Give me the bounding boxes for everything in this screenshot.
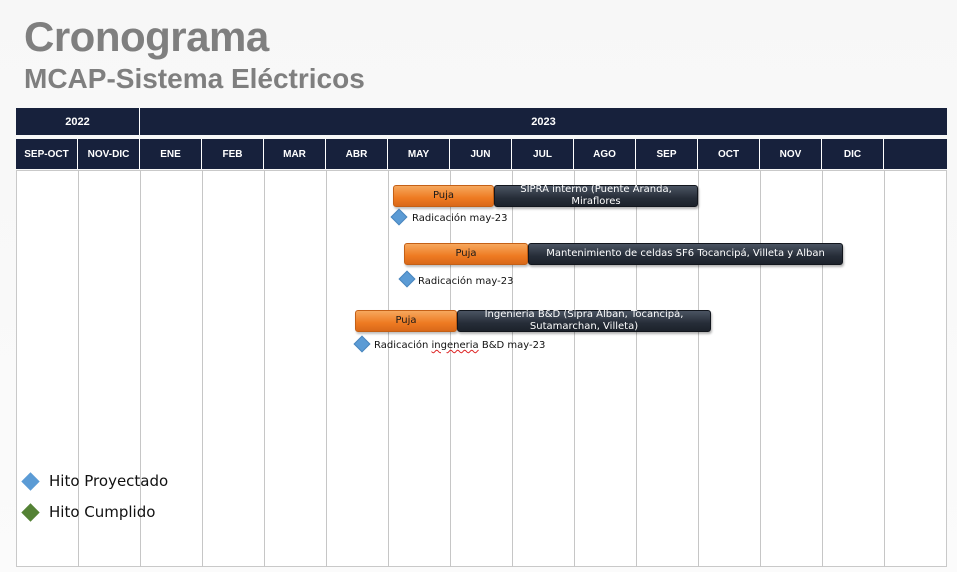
month-header-feb: FEB: [202, 139, 264, 169]
legend-label: Hito Cumplido: [49, 503, 156, 521]
month-header-blank: [884, 139, 947, 169]
grid-line: [760, 170, 761, 567]
grid-line: [884, 170, 885, 567]
month-header-abr: ABR: [326, 139, 388, 169]
milestone-label-part: ingeneria: [431, 340, 479, 351]
legend-item-done: Hito Cumplido: [21, 502, 156, 522]
task-label-line: Ingeniería B&D (Sipra Alban, Tocancipá,: [484, 309, 684, 320]
legend-label: Hito Proyectado: [49, 472, 169, 490]
grid-line: [388, 170, 389, 567]
month-header-jul: JUL: [512, 139, 574, 169]
grid-line: [512, 170, 513, 567]
gantt-body: [16, 170, 947, 567]
legend-item-projected: Hito Proyectado: [21, 471, 169, 491]
grid-line: [636, 170, 637, 567]
year-header-2022: 2022: [16, 108, 140, 135]
month-header-mar: MAR: [264, 139, 326, 169]
milestone-label: Radicación may-23: [418, 276, 514, 287]
page-title: Cronograma: [24, 13, 269, 60]
grid-line: [574, 170, 575, 567]
month-header-nov: NOV: [760, 139, 822, 169]
month-header-oct: OCT: [698, 139, 760, 169]
task-label-line: SIPRA interno (Puente Aranda,: [520, 184, 672, 195]
milestone-label-part: B&D may-23: [478, 340, 546, 351]
page-subtitle: MCAP-Sistema Eléctricos: [24, 63, 365, 94]
puja-bar: Puja: [393, 185, 494, 207]
gantt-grid: 2022 2023 SEP-OCT NOV-DIC ENE FEB MAR AB…: [16, 108, 947, 568]
month-header-dic: DIC: [822, 139, 884, 169]
grid-line: [450, 170, 451, 567]
task-bar-ingenieria-bd: Ingeniería B&D (Sipra Alban, Tocancipá, …: [457, 309, 711, 332]
grid-line: [822, 170, 823, 567]
grid-line: [264, 170, 265, 567]
month-header-ene: ENE: [140, 139, 202, 169]
diamond-icon: [21, 502, 40, 522]
grid-line: [326, 170, 327, 567]
month-header-ago: AGO: [574, 139, 636, 169]
diamond-icon: [21, 471, 40, 491]
month-header-jun: JUN: [450, 139, 512, 169]
puja-bar: Puja: [355, 310, 457, 332]
milestone-label: Radicación may-23: [412, 213, 508, 224]
task-label-line: Miraflores: [571, 196, 621, 207]
task-bar-mantenimiento-celdas: Mantenimiento de celdas SF6 Tocancipá, V…: [528, 243, 843, 265]
task-label-line: Sutamarchan, Villeta): [529, 321, 639, 332]
grid-line: [202, 170, 203, 567]
puja-bar: Puja: [404, 243, 528, 265]
year-header-2023: 2023: [140, 108, 947, 135]
month-header-sep: SEP: [636, 139, 698, 169]
task-bar-sipra-interno: SIPRA interno (Puente Aranda, Miraflores: [494, 184, 698, 207]
slide: Cronograma MCAP-Sistema Eléctricos 2022 …: [0, 0, 957, 572]
month-header-may: MAY: [388, 139, 450, 169]
grid-line: [698, 170, 699, 567]
month-header-sep-oct: SEP-OCT: [16, 139, 78, 169]
month-header-nov-dic: NOV-DIC: [78, 139, 140, 169]
milestone-label-part: Radicación: [374, 340, 432, 351]
milestone-label: Radicación ingeneria B&D may-23: [374, 340, 545, 351]
